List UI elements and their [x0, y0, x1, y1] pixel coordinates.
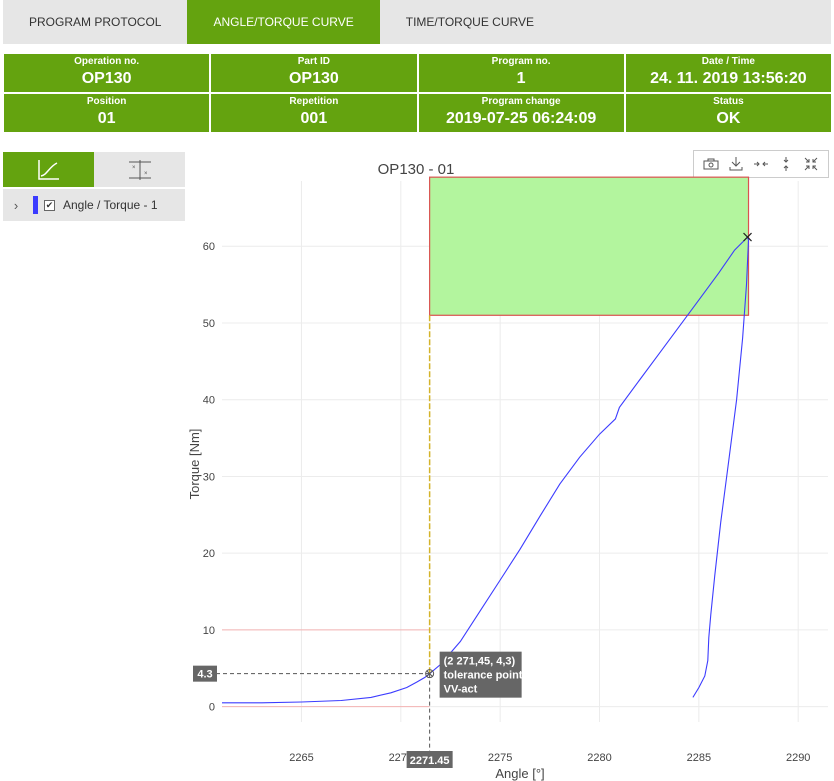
angle-torque-chart: OP130 - 01 2265 2270 2275 2280 2285 229001020… — [187, 161, 828, 781]
tooltip-line: (2 271,45, 4,3) — [444, 656, 516, 668]
y-tick-label: 10 — [203, 625, 215, 637]
x-value-tag-label: 2271.45 — [410, 755, 450, 767]
chart-title: OP130 - 01 — [378, 161, 455, 178]
x-tick-label: 2290 — [786, 752, 810, 764]
y-tick-label: 50 — [203, 318, 215, 330]
x-tick-label: 2265 — [289, 752, 313, 764]
y-tick-label: 0 — [209, 702, 215, 714]
tooltip-line: tolerance point — [444, 670, 523, 682]
y-tick-label: 40 — [203, 395, 215, 407]
y-tick-label: 20 — [203, 548, 215, 560]
x-tick-label: 2275 — [488, 752, 512, 764]
y-tick-label: 60 — [203, 241, 215, 253]
x-axis-label: Angle [°] — [495, 766, 544, 781]
x-tick-label: 2285 — [687, 752, 711, 764]
x-tick-label: 2280 — [587, 752, 611, 764]
y-axis-label: Torque [Nm] — [187, 429, 202, 500]
tolerance-window — [429, 176, 750, 316]
tooltip-line: VV-act — [444, 684, 478, 696]
y-tick-label: 30 — [203, 471, 215, 483]
y-value-tag-label: 4.3 — [197, 669, 212, 681]
